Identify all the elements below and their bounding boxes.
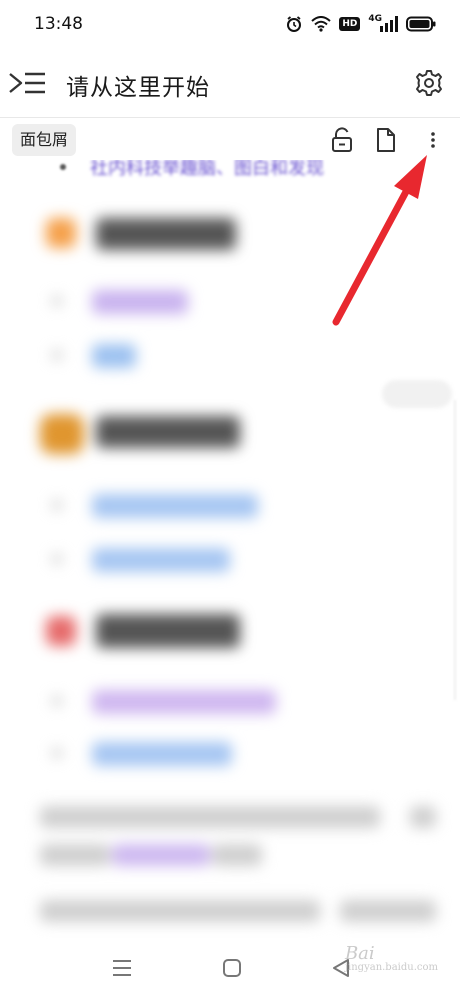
paragraph-line	[40, 806, 380, 828]
gear-icon[interactable]	[414, 68, 444, 98]
list-bullet	[52, 748, 62, 758]
bullet-dot	[60, 164, 66, 170]
sidebar-toggle-icon[interactable]	[8, 68, 48, 98]
alarm-icon	[285, 14, 303, 34]
list-item[interactable]	[92, 290, 188, 314]
paragraph-link[interactable]	[112, 844, 210, 866]
paragraph-line	[40, 900, 320, 922]
app-header: 请从这里开始	[0, 52, 460, 114]
status-time: 13:48	[34, 14, 83, 34]
list-bullet	[52, 554, 62, 564]
paragraph-line	[410, 806, 436, 828]
scroll-track	[454, 400, 456, 700]
breadcrumb-button[interactable]: 面包屑	[12, 124, 77, 156]
battery-icon	[406, 14, 436, 34]
menu-lines-icon[interactable]	[108, 954, 136, 982]
scroll-handle[interactable]	[382, 380, 452, 408]
paragraph-line	[212, 844, 262, 866]
watermark-url: jingyan.baidu.com	[344, 962, 438, 973]
list-bullet	[52, 696, 62, 706]
list-item[interactable]	[92, 548, 230, 572]
section-icon	[46, 218, 76, 248]
watermark-brand: Bai	[344, 943, 375, 964]
wifi-icon	[311, 14, 331, 34]
list-bullet	[52, 350, 62, 360]
page-icon[interactable]	[372, 126, 400, 154]
list-item[interactable]	[92, 494, 258, 518]
signal-icon: 4G	[368, 14, 398, 34]
section-icon	[40, 414, 84, 454]
paragraph-line	[40, 844, 110, 866]
list-item[interactable]	[92, 690, 276, 714]
paragraph-line	[340, 900, 436, 922]
more-vertical-icon[interactable]	[419, 126, 447, 154]
top-link-text[interactable]: 社内科技举趣脑、图白和发现	[90, 160, 324, 180]
watermark-logo: Bai jingyan.baidu.com	[345, 943, 438, 973]
list-bullet	[52, 296, 62, 306]
section-heading	[96, 416, 240, 448]
page-title: 请从这里开始	[66, 75, 210, 101]
status-icons: HD 4G	[285, 14, 436, 34]
toolbar: 面包屑	[0, 118, 460, 162]
home-square-icon[interactable]	[218, 954, 246, 982]
list-item[interactable]	[92, 742, 232, 766]
unlock-icon[interactable]	[328, 126, 356, 154]
content-area: 社内科技举趣脑、图白和发现	[0, 160, 460, 940]
status-bar: 13:48 HD 4G	[0, 0, 460, 48]
section-heading	[96, 218, 236, 250]
section-heading	[96, 614, 240, 648]
hd-icon: HD	[339, 17, 361, 31]
list-item[interactable]	[92, 344, 136, 368]
list-bullet	[52, 500, 62, 510]
section-icon	[46, 616, 76, 646]
